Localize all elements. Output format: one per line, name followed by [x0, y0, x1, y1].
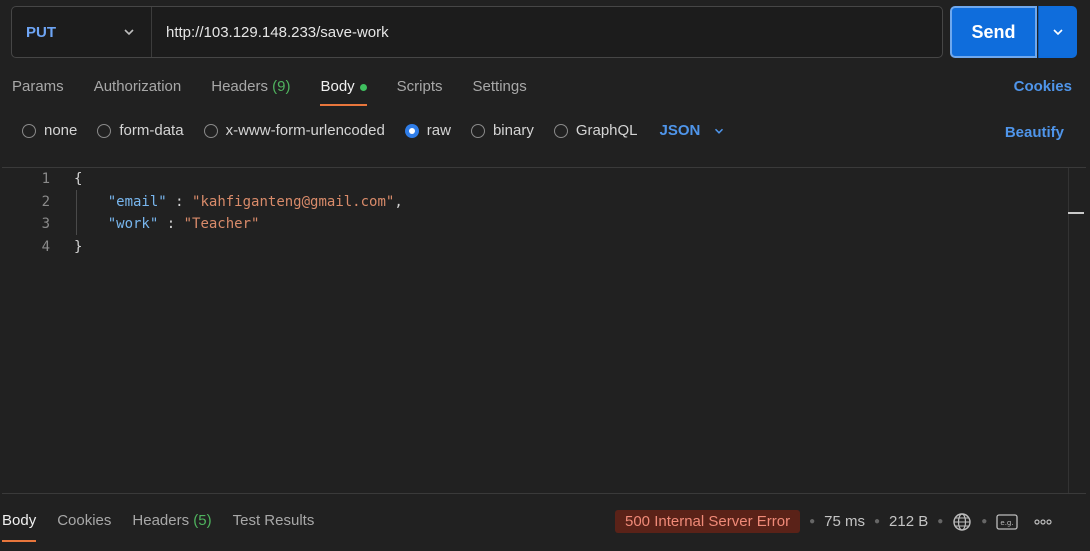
code-line: {	[74, 168, 403, 191]
line-number: 1	[41, 171, 50, 187]
status-badge[interactable]: 500 Internal Server Error	[615, 510, 801, 533]
tab-label: Params	[12, 78, 64, 95]
radio-label: raw	[426, 122, 451, 139]
tab-label: Headers	[132, 512, 190, 529]
code-line: }	[74, 236, 403, 259]
tab-params[interactable]: Params	[12, 74, 64, 104]
tab-label: Settings	[472, 78, 527, 95]
tab-label: Headers	[211, 78, 268, 95]
scroll-position-marker	[1068, 212, 1084, 214]
format-select[interactable]: JSON	[660, 122, 727, 139]
code-line: "work" : "Teacher"	[107, 216, 260, 232]
separator-dot: ●	[937, 516, 944, 527]
radio-icon	[97, 123, 112, 138]
body-type-options: none form-data x-www-form-urlencoded raw…	[22, 122, 726, 139]
json-key: "work"	[107, 216, 159, 232]
tab-scripts[interactable]: Scripts	[397, 74, 443, 104]
json-value: "kahfiganteng@gmail.com"	[192, 193, 395, 210]
radio-none[interactable]: none	[22, 122, 77, 139]
tab-label: Body	[320, 78, 355, 95]
method-label: PUT	[26, 23, 56, 41]
method-select[interactable]: PUT	[12, 7, 152, 57]
tab-label: Body	[2, 512, 37, 529]
tab-label: Test Results	[232, 512, 315, 529]
example-icon[interactable]: e.g.	[996, 513, 1018, 530]
radio-icon	[203, 123, 218, 138]
radio-label: none	[44, 122, 78, 139]
separator-dot: ●	[981, 516, 988, 527]
response-meta: 500 Internal Server Error ● 75 ms ● 212 …	[615, 510, 1052, 533]
radio-label: GraphQL	[575, 122, 638, 139]
response-size[interactable]: 212 B	[889, 513, 928, 530]
tab-authorization[interactable]: Authorization	[94, 74, 182, 104]
tab-label: Cookies	[57, 512, 112, 529]
radio-icon	[553, 123, 568, 138]
response-tab-body[interactable]: Body	[2, 512, 37, 542]
send-button[interactable]: Send	[950, 6, 1037, 58]
chevron-down-icon	[715, 128, 724, 134]
format-label: JSON	[659, 122, 701, 139]
response-tab-headers[interactable]: Headers (5)	[132, 512, 211, 542]
globe-icon[interactable]	[952, 512, 972, 532]
url-input[interactable]	[152, 7, 942, 57]
radio-graphql[interactable]: GraphQL	[553, 122, 638, 139]
cookies-link[interactable]: Cookies	[1014, 78, 1072, 95]
headers-count: (5)	[193, 512, 212, 529]
radio-label: x-www-form-urlencoded	[225, 122, 385, 139]
radio-label: form-data	[119, 122, 184, 139]
radio-icon	[22, 123, 36, 138]
request-tabs: Params Authorization Headers (9) Body Sc…	[12, 74, 557, 108]
radio-icon	[470, 123, 485, 138]
code-editor[interactable]: 1 2 3 4 { "email" : "kahfiganteng@gmail.…	[2, 167, 1086, 494]
response-bar: Body Cookies Headers (5) Test Results 50…	[0, 500, 1090, 551]
radio-binary[interactable]: binary	[470, 122, 534, 139]
line-number: 4	[41, 238, 50, 255]
body-indicator-dot	[359, 84, 367, 91]
tab-label: Scripts	[396, 78, 443, 95]
line-number-gutter: 1 2 3 4	[2, 168, 54, 258]
code-line: "email" : "kahfiganteng@gmail.com",	[107, 193, 403, 210]
radio-form-data[interactable]: form-data	[97, 122, 184, 139]
response-tab-test-results[interactable]: Test Results	[233, 512, 315, 542]
json-value: "Teacher"	[183, 216, 260, 232]
radio-raw[interactable]: raw	[404, 122, 451, 139]
line-number: 2	[41, 193, 50, 210]
close-brace: }	[74, 238, 83, 255]
comma: ,	[394, 193, 403, 210]
send-group: Send	[950, 6, 1077, 58]
open-brace: {	[74, 171, 83, 187]
url-bar: PUT	[11, 6, 943, 58]
radio-label: binary	[492, 122, 534, 139]
headers-count: (9)	[272, 78, 291, 95]
json-key: "email"	[107, 193, 167, 210]
separator-dot: ●	[873, 516, 881, 527]
tab-headers[interactable]: Headers (9)	[211, 74, 290, 104]
tab-settings[interactable]: Settings	[473, 74, 527, 104]
line-number: 3	[41, 216, 50, 232]
tab-body[interactable]: Body	[320, 74, 367, 106]
radio-urlencoded[interactable]: x-www-form-urlencoded	[203, 122, 385, 139]
separator-dot: ●	[809, 516, 816, 527]
svg-text:e.g.: e.g.	[1001, 519, 1014, 527]
radio-checked-icon	[404, 123, 419, 138]
editor-scrollbar[interactable]	[1068, 168, 1086, 493]
tab-label: Authorization	[93, 78, 182, 95]
chevron-down-icon	[1053, 29, 1063, 36]
response-time[interactable]: 75 ms	[824, 513, 865, 530]
chevron-down-icon	[124, 29, 134, 36]
send-options-button[interactable]	[1038, 6, 1077, 58]
code-content: { "email" : "kahfiganteng@gmail.com", "w…	[74, 168, 403, 258]
more-icon[interactable]	[1034, 518, 1052, 525]
response-tabs: Body Cookies Headers (5) Test Results	[2, 512, 335, 542]
response-tab-cookies[interactable]: Cookies	[57, 512, 111, 542]
beautify-button[interactable]: Beautify	[1005, 124, 1064, 141]
